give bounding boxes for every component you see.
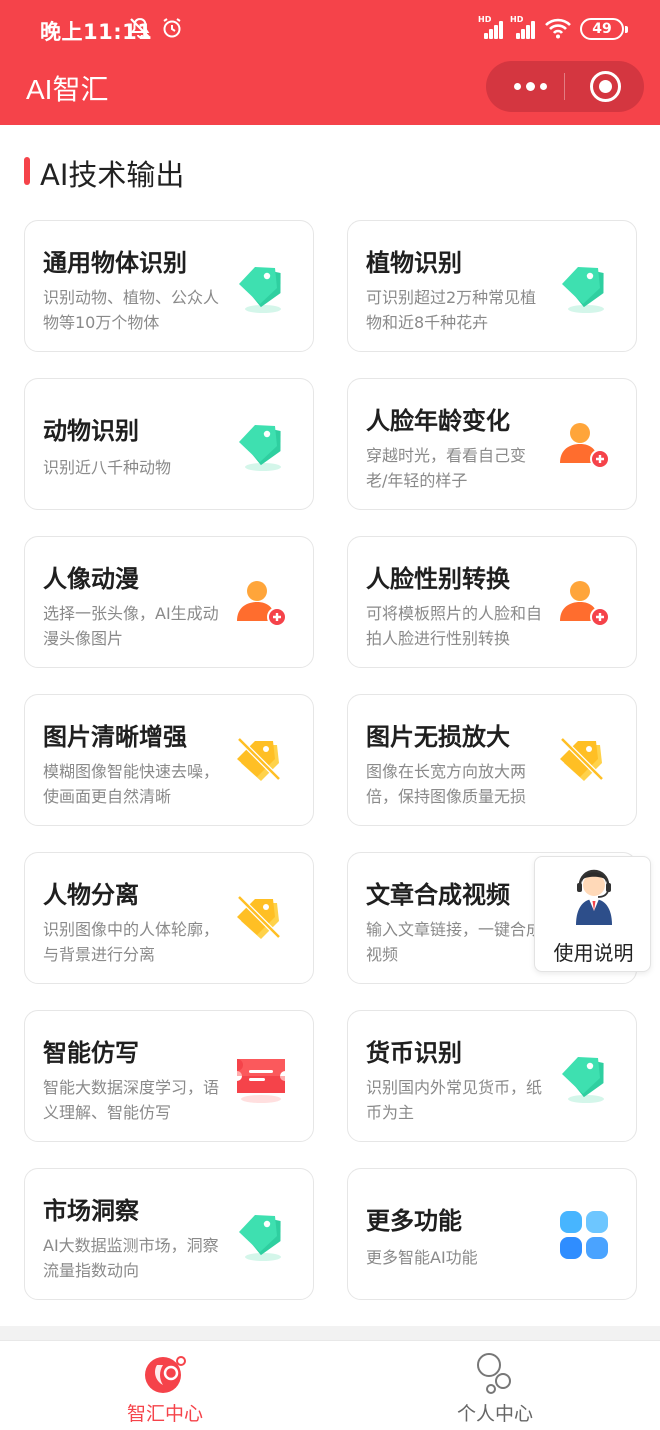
tag-green-icon	[239, 267, 281, 313]
card-portrait-anime[interactable]: 人像动漫 选择一张头像，AI生成动漫头像图片	[24, 536, 314, 668]
miniprogram-capsule	[486, 61, 644, 112]
bottom-tab-bar: 智汇中心 个人中心	[0, 1340, 660, 1430]
section-title: AI技术输出	[40, 158, 185, 192]
more-dots-icon[interactable]	[500, 61, 560, 112]
mute-bell-icon	[130, 17, 150, 38]
signal-2-icon: HD	[510, 15, 540, 39]
capsule-divider	[564, 73, 565, 100]
card-description: 选择一张头像，AI生成动漫头像图片	[43, 604, 219, 648]
tab-personal-center[interactable]: 个人中心	[395, 1341, 595, 1430]
person-add-icon	[560, 423, 610, 469]
signal-1-icon: HD	[478, 15, 508, 39]
customer-service-icon	[576, 869, 612, 925]
tag-green-icon	[239, 425, 281, 471]
signal-hd-label: HD	[510, 15, 524, 24]
person-add-icon	[237, 581, 287, 627]
card-title: 通用物体识别	[43, 249, 187, 277]
top-bar: 晚上11:11 HD HD 49 AI智汇	[0, 0, 660, 125]
signal-hd-label: HD	[478, 15, 492, 24]
section-accent-bar	[24, 157, 30, 185]
card-description: 可将模板照片的人脸和自拍人脸进行性别转换	[366, 604, 543, 648]
card-title: 植物识别	[366, 249, 462, 277]
home-brain-icon	[145, 1356, 186, 1393]
grid-blue-icon	[560, 1211, 608, 1259]
tag-green-icon	[562, 1057, 604, 1103]
card-description: 识别国内外常见货币，纸币为主	[366, 1078, 543, 1122]
card-person-segmentation[interactable]: 人物分离 识别图像中的人体轮廓，与背景进行分离	[24, 852, 314, 984]
card-title: 智能仿写	[43, 1039, 139, 1067]
content-divider	[0, 1326, 660, 1340]
help-float-button[interactable]: 使用说明	[534, 856, 651, 972]
wifi-icon	[545, 18, 571, 39]
card-title: 图片清晰增强	[43, 723, 187, 751]
tab-label: 个人中心	[456, 1403, 533, 1425]
card-title: 图片无损放大	[366, 723, 510, 751]
card-plant-recognition[interactable]: 植物识别 可识别超过2万种常见植物和近8千种花卉	[347, 220, 637, 352]
card-description: 更多智能AI功能	[366, 1248, 478, 1267]
card-title: 人脸年龄变化	[366, 407, 510, 435]
tag-green-icon	[239, 1215, 281, 1261]
battery-indicator: 49	[580, 18, 628, 40]
card-description: AI大数据监测市场，洞察流量指数动向	[43, 1236, 219, 1280]
card-more-features[interactable]: 更多功能 更多智能AI功能	[347, 1168, 637, 1300]
card-description: 识别动物、植物、公众人物等10万个物体	[43, 288, 220, 332]
card-description: 可识别超过2万种常见植物和近8千种花卉	[366, 288, 537, 332]
card-title: 人脸性别转换	[366, 565, 510, 593]
card-image-upscale[interactable]: 图片无损放大 图像在长宽方向放大两倍，保持图像质量无损	[347, 694, 637, 826]
card-title: 更多功能	[366, 1207, 462, 1235]
card-description: 识别图像中的人体轮廓，与背景进行分离	[43, 920, 220, 964]
card-smart-rewrite[interactable]: 智能仿写 智能大数据深度学习，语义理解、智能仿写	[24, 1010, 314, 1142]
card-currency-recognition[interactable]: 货币识别 识别国内外常见货币，纸币为主	[347, 1010, 637, 1142]
tab-label: 智汇中心	[126, 1403, 203, 1425]
card-title: 货币识别	[366, 1039, 462, 1067]
ticket-red-icon	[237, 1059, 285, 1103]
tag-off-yellow-icon	[560, 737, 604, 781]
tag-off-yellow-icon	[237, 737, 281, 781]
tag-off-yellow-icon	[237, 895, 281, 939]
card-description: 模糊图像智能快速去噪，使画面更自然清晰	[43, 762, 220, 806]
card-description: 智能大数据深度学习，语义理解、智能仿写	[43, 1078, 220, 1122]
card-description: 输入文章链接，一键合成视频	[366, 920, 543, 964]
card-description: 识别近八千种动物	[43, 458, 172, 477]
tag-green-icon	[562, 267, 604, 313]
card-description: 图像在长宽方向放大两倍，保持图像质量无损	[366, 762, 527, 806]
card-description: 穿越时光，看看自己变老/年轻的样子	[366, 446, 527, 490]
card-object-recognition[interactable]: 通用物体识别 识别动物、植物、公众人物等10万个物体	[24, 220, 314, 352]
card-face-gender[interactable]: 人脸性别转换 可将模板照片的人脸和自拍人脸进行性别转换	[347, 536, 637, 668]
card-title: 文章合成视频	[366, 881, 510, 909]
card-title: 人像动漫	[43, 565, 139, 593]
status-bar: 晚上11:11 HD HD 49	[0, 0, 660, 58]
tab-smart-center[interactable]: 智汇中心	[65, 1341, 265, 1430]
help-label: 使用说明	[553, 941, 634, 965]
card-title: 市场洞察	[43, 1197, 139, 1225]
page-title: AI智汇	[26, 74, 109, 105]
target-circle-icon[interactable]	[590, 71, 621, 102]
alarm-icon	[163, 18, 181, 38]
card-face-age[interactable]: 人脸年龄变化 穿越时光，看看自己变老/年轻的样子	[347, 378, 637, 510]
card-image-enhance[interactable]: 图片清晰增强 模糊图像智能快速去噪，使画面更自然清晰	[24, 694, 314, 826]
person-add-icon	[560, 581, 610, 627]
card-animal-recognition[interactable]: 动物识别 识别近八千种动物	[24, 378, 314, 510]
bubbles-icon	[477, 1353, 511, 1394]
card-market-insight[interactable]: 市场洞察 AI大数据监测市场，洞察流量指数动向	[24, 1168, 314, 1300]
card-title: 动物识别	[43, 417, 139, 445]
card-title: 人物分离	[43, 881, 139, 909]
